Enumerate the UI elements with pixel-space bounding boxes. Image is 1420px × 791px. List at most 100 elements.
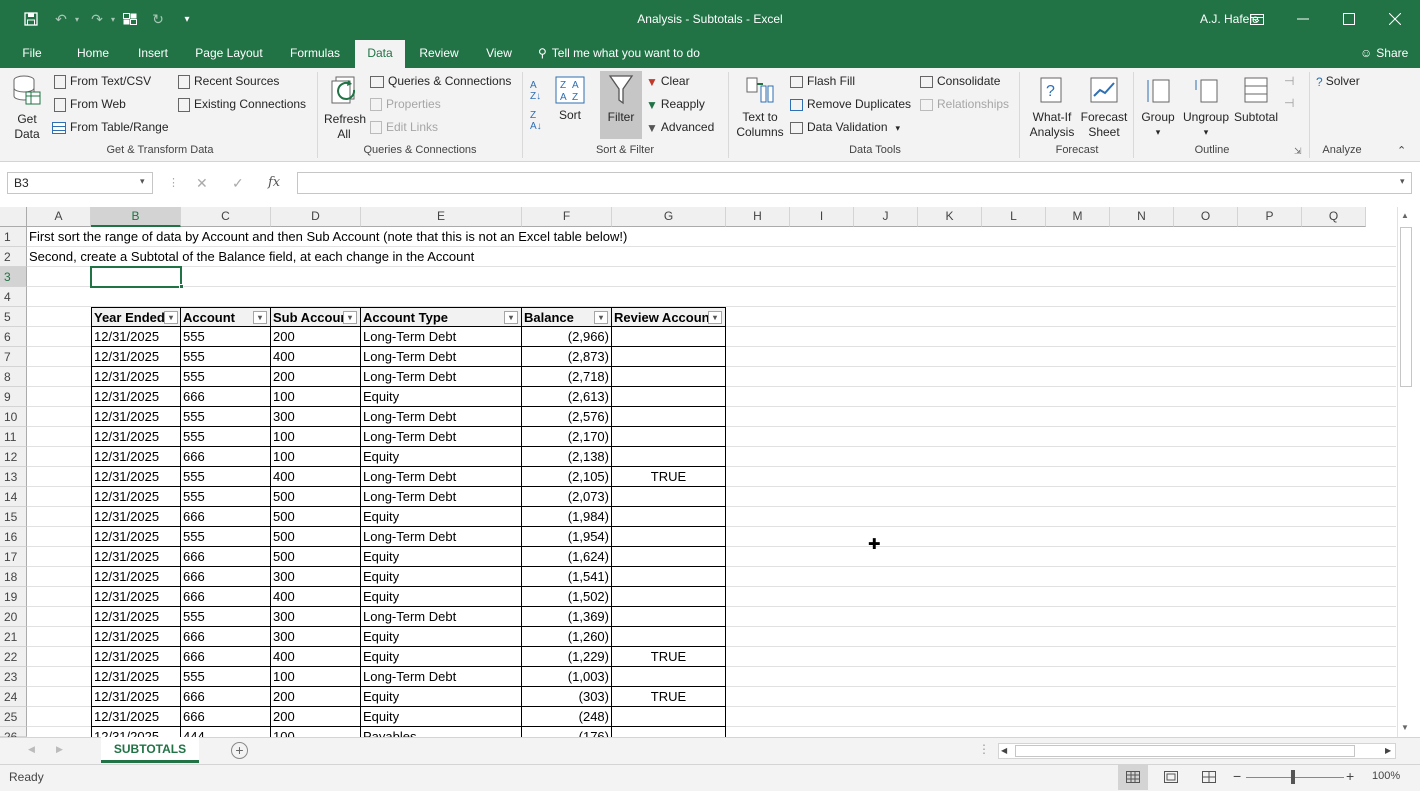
scroll-right-icon[interactable]: ▶ <box>1385 746 1391 755</box>
cell-balance[interactable]: (176) <box>522 727 612 737</box>
header-account-type[interactable]: Account Type ▾ <box>361 307 522 327</box>
cell-balance[interactable]: (248) <box>522 707 612 727</box>
cell-year-ended[interactable]: 12/31/2025 <box>91 487 181 507</box>
row-header-26[interactable]: 26 <box>0 727 27 744</box>
row-header-13[interactable]: 13 <box>0 467 27 487</box>
cell-review-account[interactable] <box>612 507 726 527</box>
show-detail-icon[interactable]: ⊣ <box>1284 74 1294 88</box>
note-line-1[interactable]: First sort the range of data by Account … <box>27 227 629 247</box>
new-sheet-icon[interactable]: + <box>231 742 248 759</box>
cell-review-account[interactable] <box>612 367 726 387</box>
tab-data[interactable]: Data <box>355 40 405 68</box>
cell-balance[interactable]: (2,718) <box>522 367 612 387</box>
cell-balance[interactable]: (2,105) <box>522 467 612 487</box>
row-header-10[interactable]: 10 <box>0 407 27 427</box>
cell-year-ended[interactable]: 12/31/2025 <box>91 467 181 487</box>
cell-balance[interactable]: (303) <box>522 687 612 707</box>
row-header-18[interactable]: 18 <box>0 567 27 587</box>
save-icon[interactable] <box>18 0 44 38</box>
cell-review-account[interactable]: TRUE <box>612 467 726 487</box>
cell-account[interactable]: 555 <box>181 327 271 347</box>
cell-sub-account[interactable]: 500 <box>271 507 361 527</box>
cell-review-account[interactable] <box>612 707 726 727</box>
cell-year-ended[interactable]: 12/31/2025 <box>91 527 181 547</box>
from-table-range-button[interactable]: From Table/Range <box>52 120 169 134</box>
tell-me-search[interactable]: ⚲ Tell me what you want to do <box>538 38 700 68</box>
row-header-15[interactable]: 15 <box>0 507 27 527</box>
cell-sub-account[interactable]: 400 <box>271 647 361 667</box>
tab-formulas[interactable]: Formulas <box>284 38 346 68</box>
next-sheet-icon[interactable]: ▶ <box>56 744 63 755</box>
header-balance[interactable]: Balance ▾ <box>522 307 612 327</box>
cell-balance[interactable]: (2,966) <box>522 327 612 347</box>
row-header-25[interactable]: 25 <box>0 707 27 727</box>
column-header-i[interactable]: I <box>790 207 854 227</box>
sort-z-a-button[interactable]: Z A↓ <box>530 110 542 132</box>
cell-year-ended[interactable]: 12/31/2025 <box>91 367 181 387</box>
filter-button[interactable]: Filter <box>600 71 642 139</box>
cell-sub-account[interactable]: 100 <box>271 447 361 467</box>
remove-duplicates-button[interactable]: Remove Duplicates <box>790 97 911 111</box>
queries-connections-button[interactable]: Queries & Connections <box>370 74 511 88</box>
cell-year-ended[interactable]: 12/31/2025 <box>91 407 181 427</box>
column-header-m[interactable]: M <box>1046 207 1110 227</box>
fill-handle[interactable] <box>179 284 184 289</box>
cell-account-type[interactable]: Long-Term Debt <box>361 667 522 687</box>
solver-button[interactable]: ? Solver <box>1316 74 1360 89</box>
cell-balance[interactable]: (2,576) <box>522 407 612 427</box>
cell-balance[interactable]: (1,502) <box>522 587 612 607</box>
page-layout-view-icon[interactable] <box>1164 771 1178 786</box>
insert-function-icon[interactable]: fx <box>268 175 280 190</box>
column-header-d[interactable]: D <box>271 207 361 227</box>
relationships-button[interactable]: Relationships <box>920 97 1009 111</box>
from-text-csv-button[interactable]: From Text/CSV <box>54 74 151 89</box>
cell-sub-account[interactable]: 500 <box>271 527 361 547</box>
cell-account-type[interactable]: Equity <box>361 707 522 727</box>
cell-balance[interactable]: (2,073) <box>522 487 612 507</box>
cell-sub-account[interactable]: 200 <box>271 687 361 707</box>
row-header-12[interactable]: 12 <box>0 447 27 467</box>
cell-account[interactable]: 555 <box>181 347 271 367</box>
collapse-ribbon-icon[interactable]: ⌃ <box>1397 144 1406 157</box>
tab-review[interactable]: Review <box>414 38 464 68</box>
cell-account-type[interactable]: Equity <box>361 627 522 647</box>
redo-dropdown-icon[interactable]: ▾ <box>108 0 118 38</box>
edit-links-button[interactable]: Edit Links <box>370 120 438 135</box>
column-header-h[interactable]: H <box>726 207 790 227</box>
header-sub-account[interactable]: Sub Account ▾ <box>271 307 361 327</box>
flash-fill-button[interactable]: Flash Fill <box>790 74 855 88</box>
zoom-slider-thumb[interactable] <box>1291 770 1295 784</box>
vertical-scrollbar[interactable]: ▲ ▼ <box>1397 207 1415 737</box>
cell-balance[interactable]: (2,873) <box>522 347 612 367</box>
cell-account[interactable]: 666 <box>181 647 271 667</box>
clear-button[interactable]: ▼ Clear <box>646 74 690 89</box>
cell-sub-account[interactable]: 300 <box>271 407 361 427</box>
cell-account-type[interactable]: Equity <box>361 507 522 527</box>
zoom-level[interactable]: 100% <box>1372 770 1400 782</box>
cell-account-type[interactable]: Equity <box>361 567 522 587</box>
cell-balance[interactable]: (1,954) <box>522 527 612 547</box>
cell-account[interactable]: 555 <box>181 527 271 547</box>
cell-sub-account[interactable]: 200 <box>271 707 361 727</box>
cell-sub-account[interactable]: 100 <box>271 387 361 407</box>
cell-year-ended[interactable]: 12/31/2025 <box>91 507 181 527</box>
row-header-9[interactable]: 9 <box>0 387 27 407</box>
cell-account[interactable]: 666 <box>181 387 271 407</box>
hide-detail-icon[interactable]: ⊣ <box>1284 96 1294 110</box>
from-web-button[interactable]: From Web <box>54 97 126 112</box>
zoom-slider[interactable] <box>1246 777 1344 778</box>
cell-review-account[interactable]: TRUE <box>612 647 726 667</box>
horizontal-scrollbar[interactable]: ◀ ▶ <box>998 743 1396 759</box>
existing-connections-button[interactable]: Existing Connections <box>178 97 306 112</box>
cell-balance[interactable]: (1,369) <box>522 607 612 627</box>
close-icon[interactable] <box>1380 0 1410 38</box>
header-year-ended[interactable]: Year Ended ▾ <box>91 307 181 327</box>
ribbon-display-options-icon[interactable] <box>1242 0 1272 38</box>
properties-button[interactable]: Properties <box>370 97 441 112</box>
cell-sub-account[interactable]: 300 <box>271 567 361 587</box>
forecast-sheet-button[interactable]: Forecast Sheet <box>1080 74 1128 140</box>
cell-sub-account[interactable]: 400 <box>271 467 361 487</box>
maximize-icon[interactable] <box>1334 0 1364 38</box>
sort-button[interactable]: ZAAZ Sort <box>553 76 587 123</box>
cell-account-type[interactable]: Long-Term Debt <box>361 347 522 367</box>
